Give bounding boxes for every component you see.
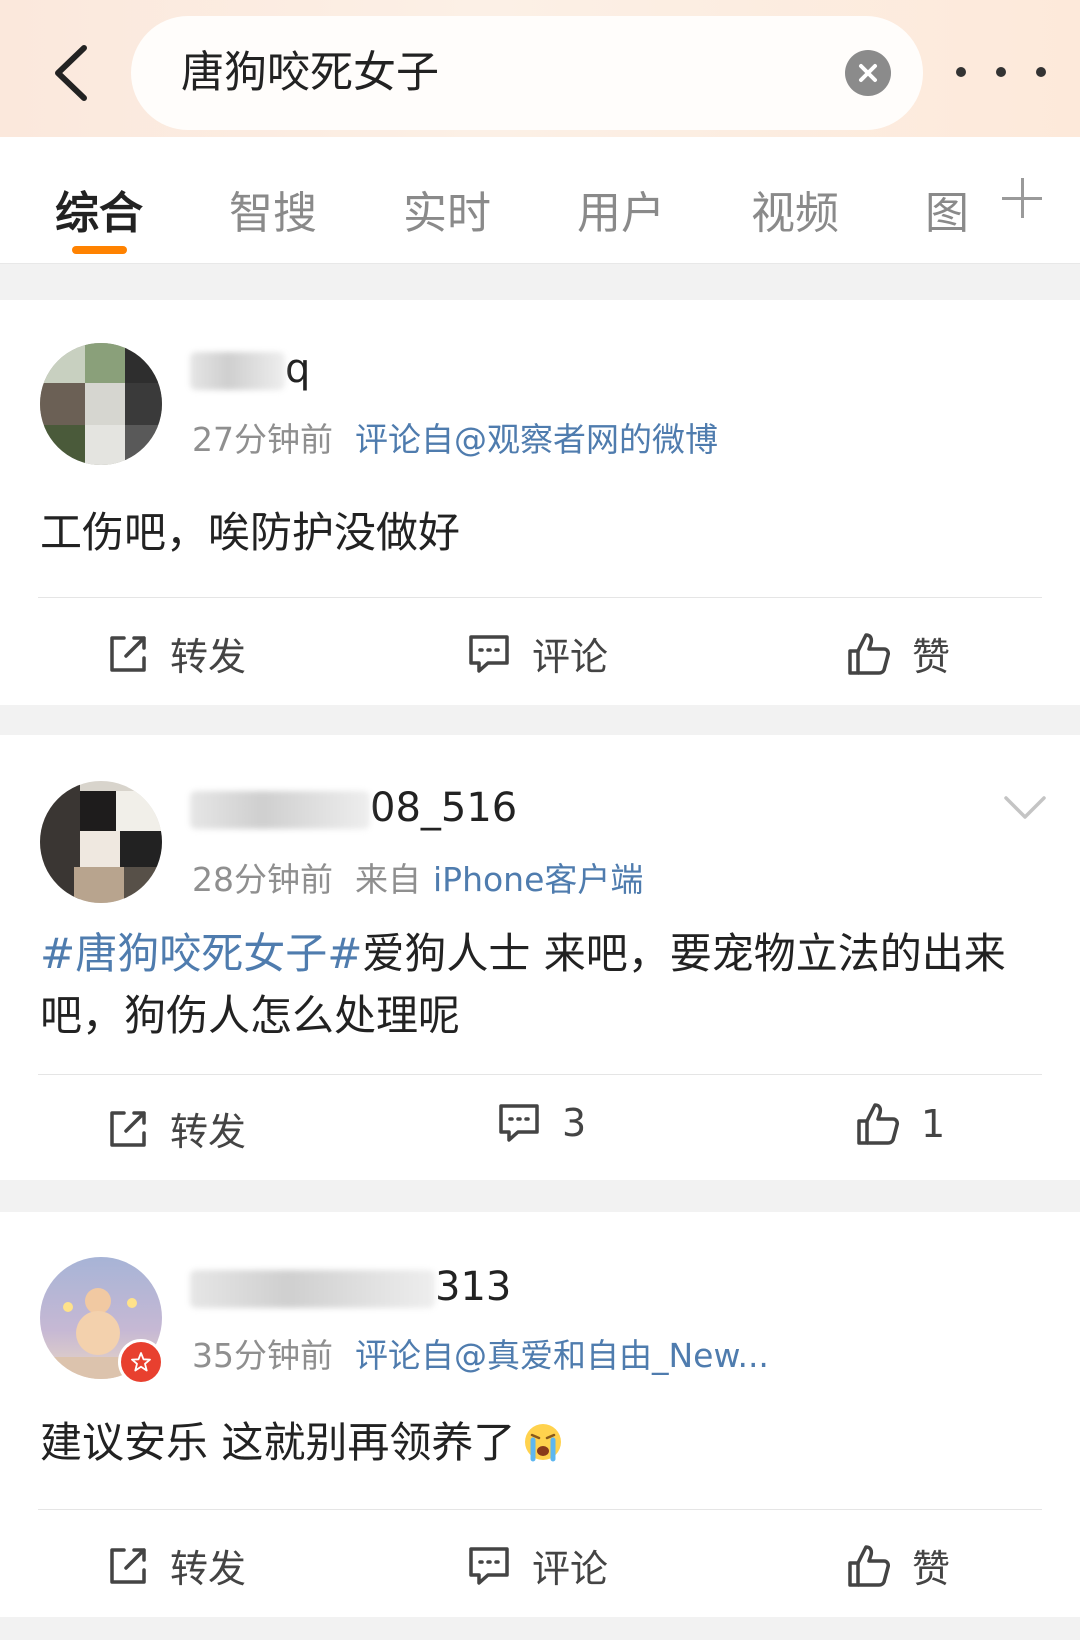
redacted-name <box>190 1270 435 1308</box>
repost-button[interactable]: 转发 <box>106 1101 246 1156</box>
clear-search-button[interactable] <box>845 50 891 96</box>
comment-icon <box>499 1104 539 1142</box>
back-button[interactable] <box>40 38 100 108</box>
crying-face-icon <box>525 1424 562 1462</box>
top-bar: 唐狗咬死女子 <box>0 0 1080 137</box>
tab-users[interactable]: 用户 <box>577 177 665 241</box>
tab-realtime[interactable]: 实时 <box>403 177 491 241</box>
more-icon-dot <box>996 67 1006 77</box>
avatar-image <box>40 343 162 465</box>
comment-button[interactable]: 3 <box>496 1101 586 1145</box>
comment-count: 3 <box>562 1101 587 1145</box>
divider <box>38 1074 1042 1075</box>
post-meta: 27分钟前 评论自@观察者网的微博 <box>192 413 718 461</box>
post-source[interactable]: 评论自@真爱和自由_New... <box>355 1336 769 1375</box>
redacted-name <box>190 791 370 829</box>
post-source[interactable]: 评论自@观察者网的微博 <box>355 420 718 459</box>
thumbs-up-icon <box>857 1103 899 1145</box>
search-tabs: 综合 智搜 实时 用户 视频 图 <box>0 137 1080 264</box>
tab-comprehensive[interactable]: 综合 <box>55 177 143 241</box>
post-card[interactable]: 313 35分钟前 评论自@真爱和自由_New... 建议安乐 这就别再领养了 转… <box>0 1212 1080 1617</box>
more-icon-dot <box>1036 67 1046 77</box>
divider <box>38 597 1042 598</box>
share-icon <box>110 635 146 672</box>
comment-icon <box>469 634 509 673</box>
tab-smart-search[interactable]: 智搜 <box>229 177 317 241</box>
more-options-button[interactable] <box>956 48 1046 96</box>
comment-button[interactable]: 评论 <box>466 626 608 681</box>
like-button[interactable]: 赞 <box>846 626 950 681</box>
post-text: #唐狗咬死女子#爱狗人士 来吧，要宠物立法的出来吧，狗伤人怎么处理呢 <box>40 929 1006 1040</box>
more-icon-dot <box>956 67 966 77</box>
share-icon <box>110 1110 146 1147</box>
search-query: 唐狗咬死女子 <box>181 48 439 98</box>
chevron-left-icon <box>55 45 87 101</box>
like-button[interactable]: 1 <box>855 1101 945 1147</box>
close-icon <box>859 64 877 82</box>
post-meta: 35分钟前 评论自@真爱和自由_New... <box>192 1329 769 1377</box>
username[interactable]: 08_516 <box>190 785 517 831</box>
avatar-image <box>40 781 162 903</box>
active-tab-indicator <box>72 246 127 254</box>
avatar[interactable] <box>40 781 162 903</box>
post-time: 28分钟前 <box>192 860 333 899</box>
post-time: 27分钟前 <box>192 420 333 459</box>
post-meta: 28分钟前 来自 iPhone客户端 <box>192 853 643 901</box>
post-source[interactable]: iPhone客户端 <box>433 860 643 899</box>
add-tab-icon[interactable] <box>1002 178 1042 218</box>
verified-badge-icon <box>118 1339 164 1385</box>
like-count: 1 <box>921 1102 946 1146</box>
post-time: 35分钟前 <box>192 1336 333 1375</box>
tab-videos[interactable]: 视频 <box>751 177 839 241</box>
like-button[interactable]: 赞 <box>846 1538 950 1593</box>
divider <box>38 1509 1042 1510</box>
search-input[interactable]: 唐狗咬死女子 <box>131 16 923 130</box>
avatar[interactable] <box>40 343 162 465</box>
redacted-name <box>190 352 285 390</box>
share-icon <box>110 1547 146 1584</box>
thumbs-up-icon <box>848 1544 890 1587</box>
chevron-down-icon[interactable] <box>1003 795 1047 821</box>
comment-button[interactable]: 评论 <box>466 1538 608 1593</box>
topic-hashtag[interactable]: #唐狗咬死女子# <box>40 929 362 978</box>
repost-button[interactable]: 转发 <box>106 626 246 681</box>
post-text: 建议安乐 这就别再领养了 <box>40 1412 1040 1474</box>
username[interactable]: q <box>190 346 310 392</box>
thumbs-up-icon <box>848 632 890 675</box>
tab-images[interactable]: 图 <box>925 177 969 241</box>
post-card[interactable]: q 27分钟前 评论自@观察者网的微博 工伤吧，唉防护没做好 转发 评论 赞 <box>0 300 1080 705</box>
post-from-label: 来自 <box>355 860 421 899</box>
repost-button[interactable]: 转发 <box>106 1538 246 1593</box>
comment-icon <box>469 1546 509 1585</box>
post-text: 工伤吧，唉防护没做好 <box>40 508 461 557</box>
username[interactable]: 313 <box>190 1264 511 1310</box>
post-card[interactable]: 08_516 28分钟前 来自 iPhone客户端 #唐狗咬死女子#爱狗人士 来吧，… <box>0 735 1080 1180</box>
